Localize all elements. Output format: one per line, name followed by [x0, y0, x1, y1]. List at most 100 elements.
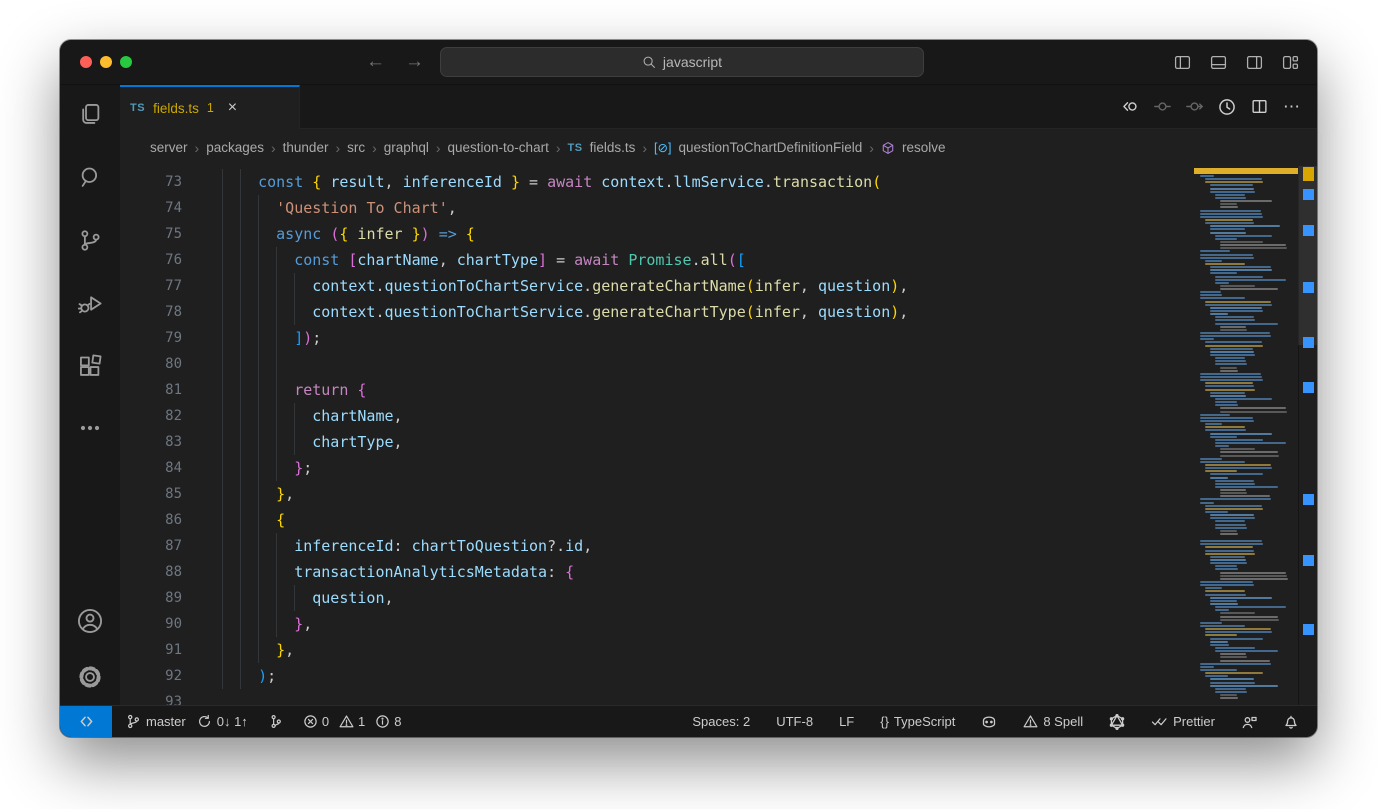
navigate-back-change-icon[interactable]: [1122, 98, 1139, 115]
code-line[interactable]: 84};: [120, 455, 1194, 481]
code-line[interactable]: 86 {: [120, 507, 1194, 533]
code-line[interactable]: 87inferenceId: chartToQuestion?.id,: [120, 533, 1194, 559]
code-text[interactable]: 'Question To Chart',: [222, 195, 457, 221]
accounts-icon[interactable]: [76, 607, 104, 635]
code-text[interactable]: context.questionToChartService.generateC…: [222, 299, 908, 325]
line-number[interactable]: 89: [120, 585, 182, 611]
code-text[interactable]: ]);: [222, 325, 321, 351]
code-text[interactable]: context.questionToChartService.generateC…: [222, 273, 908, 299]
navigate-back-button[interactable]: ←: [366, 51, 385, 73]
language-mode-item[interactable]: {} TypeScript: [878, 714, 957, 729]
notifications-item[interactable]: [1281, 714, 1301, 730]
command-center-search[interactable]: javascript: [440, 47, 924, 77]
spell-checker-item[interactable]: 8 Spell: [1021, 714, 1085, 729]
more-views-icon[interactable]: [78, 416, 102, 440]
code-line[interactable]: 74 'Question To Chart',: [120, 195, 1194, 221]
line-number[interactable]: 82: [120, 403, 182, 429]
problems-item[interactable]: 0 1 8: [301, 714, 410, 729]
settings-gear-icon[interactable]: [76, 663, 104, 691]
code-text[interactable]: chartType,: [222, 429, 403, 455]
line-number[interactable]: 76: [120, 247, 182, 273]
code-text[interactable]: },: [222, 611, 312, 637]
code-text[interactable]: chartName,: [222, 403, 403, 429]
git-graph-item[interactable]: [266, 714, 285, 729]
breadcrumb-item-packages[interactable]: packages: [206, 140, 264, 155]
code-text[interactable]: inferenceId: chartToQuestion?.id,: [222, 533, 592, 559]
code-text[interactable]: },: [222, 637, 294, 663]
copilot-item[interactable]: [979, 714, 999, 730]
close-tab-icon[interactable]: ×: [228, 99, 237, 117]
previous-change-icon[interactable]: [1154, 98, 1171, 115]
search-sidebar-icon[interactable]: [77, 164, 104, 191]
code-line[interactable]: 77 context.questionToChartService.generat…: [120, 273, 1194, 299]
line-number[interactable]: 91: [120, 637, 182, 663]
next-change-icon[interactable]: [1186, 98, 1203, 115]
line-number[interactable]: 84: [120, 455, 182, 481]
code-line[interactable]: 73const { result, inferenceId } = await …: [120, 169, 1194, 195]
code-line[interactable]: 91},: [120, 637, 1194, 663]
extensions-icon[interactable]: [77, 353, 104, 380]
code-line[interactable]: 81 return {: [120, 377, 1194, 403]
code-text[interactable]: async ({ infer }) => {: [222, 221, 475, 247]
toggle-secondary-sidebar-icon[interactable]: [1246, 54, 1263, 71]
code-text[interactable]: },: [222, 481, 294, 507]
more-actions-icon[interactable]: ⋯: [1283, 97, 1301, 117]
breadcrumb-item-file[interactable]: fields.ts: [590, 140, 636, 155]
line-number[interactable]: 80: [120, 351, 182, 377]
close-window-button[interactable]: [80, 56, 92, 68]
split-editor-icon[interactable]: [1251, 98, 1268, 115]
breadcrumb-item-thunder[interactable]: thunder: [283, 140, 329, 155]
code-text[interactable]: [222, 351, 294, 377]
line-number[interactable]: 92: [120, 663, 182, 689]
code-text[interactable]: };: [222, 455, 312, 481]
line-number[interactable]: 81: [120, 377, 182, 403]
breadcrumb-item-symbol-field[interactable]: questionToChartDefinitionField: [678, 140, 862, 155]
code-line[interactable]: 76 const [chartName, chartType] = await P…: [120, 247, 1194, 273]
line-number[interactable]: 77: [120, 273, 182, 299]
file-history-icon[interactable]: [1218, 98, 1236, 116]
navigate-forward-button[interactable]: →: [405, 51, 424, 73]
code-text[interactable]: {: [222, 507, 285, 533]
code-line[interactable]: 85},: [120, 481, 1194, 507]
code-text[interactable]: const [chartName, chartType] = await Pro…: [222, 247, 746, 273]
code-text[interactable]: question,: [222, 585, 394, 611]
tab-fields-ts[interactable]: TS fields.ts 1 ×: [120, 85, 300, 129]
code-text[interactable]: transactionAnalyticsMetadata: {: [222, 559, 574, 585]
encoding-item[interactable]: UTF-8: [774, 714, 815, 729]
breadcrumb-item-server[interactable]: server: [150, 140, 188, 155]
code-line[interactable]: 93: [120, 689, 1194, 705]
line-number[interactable]: 85: [120, 481, 182, 507]
code-line[interactable]: 92);: [120, 663, 1194, 689]
source-control-icon[interactable]: [77, 227, 104, 254]
code-line[interactable]: 78context.questionToChartService.generat…: [120, 299, 1194, 325]
code-text[interactable]: const { result, inferenceId } = await co…: [222, 169, 881, 195]
breadcrumb-item-question-to-chart[interactable]: question-to-chart: [448, 140, 549, 155]
code-text[interactable]: );: [222, 663, 276, 689]
line-number[interactable]: 74: [120, 195, 182, 221]
feedback-item[interactable]: [1239, 714, 1259, 730]
code-line[interactable]: 75 async ({ infer }) => {: [120, 221, 1194, 247]
graphql-item[interactable]: [1107, 714, 1127, 730]
code-line[interactable]: 80: [120, 351, 1194, 377]
code-lines[interactable]: 73const { result, inferenceId } = await …: [120, 166, 1194, 705]
line-number[interactable]: 93: [120, 689, 182, 705]
line-number[interactable]: 86: [120, 507, 182, 533]
line-number[interactable]: 83: [120, 429, 182, 455]
code-text[interactable]: return {: [222, 377, 366, 403]
run-debug-icon[interactable]: [77, 290, 104, 317]
breadcrumb-item-symbol-method[interactable]: resolve: [902, 140, 946, 155]
customize-layout-icon[interactable]: [1282, 54, 1299, 71]
git-branch-item[interactable]: master 0↓ 1↑: [124, 714, 250, 729]
indentation-item[interactable]: Spaces: 2: [690, 714, 752, 729]
breadcrumb-item-graphql[interactable]: graphql: [384, 140, 429, 155]
line-number[interactable]: 79: [120, 325, 182, 351]
line-number[interactable]: 90: [120, 611, 182, 637]
explorer-icon[interactable]: [77, 101, 104, 128]
prettier-item[interactable]: Prettier: [1149, 714, 1217, 729]
code-line[interactable]: 83 chartType,: [120, 429, 1194, 455]
toggle-primary-sidebar-icon[interactable]: [1174, 54, 1191, 71]
code-line[interactable]: 89 question,: [120, 585, 1194, 611]
line-number[interactable]: 88: [120, 559, 182, 585]
code-line[interactable]: 90},: [120, 611, 1194, 637]
line-number[interactable]: 75: [120, 221, 182, 247]
